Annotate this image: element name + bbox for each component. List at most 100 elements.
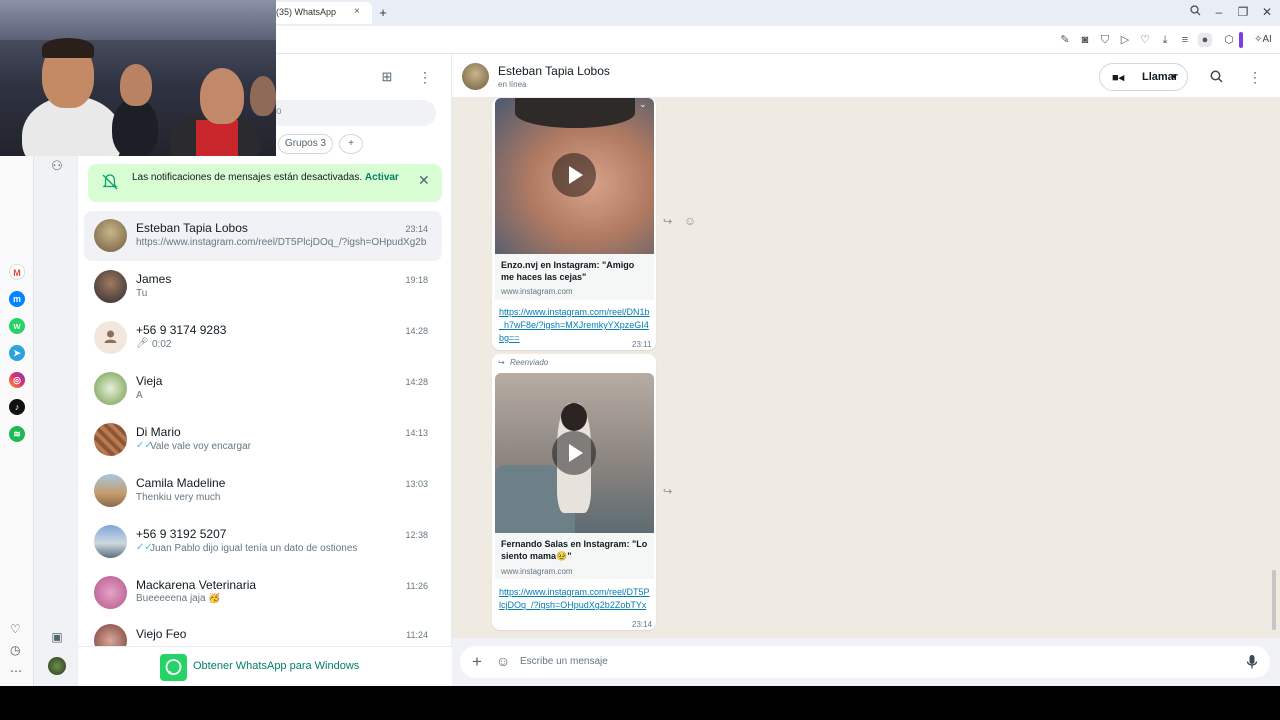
chat-preview: Juan Pablo dijo igual tenía un dato de o… [150, 543, 358, 554]
accent-bar [1239, 32, 1243, 48]
new-tab-button[interactable]: + [376, 6, 390, 20]
forward-icon[interactable]: ↪ [663, 215, 672, 228]
play-icon[interactable] [552, 153, 596, 197]
filter-groups-chip[interactable]: Grupos 3 [278, 134, 333, 154]
ai-button[interactable]: ✧AI [1254, 34, 1272, 45]
chat-row[interactable] [84, 262, 442, 312]
edit-icon[interactable]: ✎ [1058, 33, 1072, 47]
minimize-button[interactable]: – [1209, 5, 1229, 19]
tiktok-icon[interactable]: ♪ [9, 399, 25, 415]
close-banner-icon[interactable]: ✕ [418, 172, 430, 189]
chat-preview: Tu [136, 288, 148, 299]
avatar [94, 270, 127, 303]
message-menu-chevron-icon[interactable]: ⌄ [639, 99, 647, 110]
ai-label: AI [1262, 34, 1272, 45]
scrollbar-thumb[interactable] [1272, 570, 1276, 630]
contact-avatar[interactable] [462, 63, 489, 90]
extension-icon[interactable]: ⬡ [1222, 33, 1236, 47]
link-preview-domain: www.instagram.com [501, 567, 573, 576]
whatsapp-icon[interactable]: w [9, 318, 25, 334]
chat-name: Viejo Feo [136, 627, 187, 641]
avatar [94, 372, 127, 405]
video-thumbnail[interactable] [495, 373, 654, 533]
chat-name: +56 9 3174 9283 [136, 323, 227, 337]
avatar [94, 474, 127, 507]
activate-link[interactable]: Activar [365, 172, 399, 183]
red-shirt-shape [196, 120, 238, 156]
conversation-scrollbar[interactable] [1272, 100, 1276, 636]
search-text: o [276, 106, 282, 117]
avatar [94, 219, 127, 252]
notification-banner [88, 164, 442, 202]
chat-row[interactable] [84, 466, 442, 516]
chat-name: Mackarena Veterinaria [136, 578, 257, 592]
chat-name: Esteban Tapia Lobos [136, 221, 248, 235]
profile-avatar[interactable] [48, 657, 66, 675]
video-thumbnail[interactable]: ⌄ [495, 98, 654, 254]
notification-message: Las notificaciones de mensajes están des… [132, 172, 363, 183]
search-input[interactable] [266, 100, 436, 126]
contact-name[interactable]: Esteban Tapia Lobos [498, 64, 610, 78]
chat-preview: https://www.instagram.com/reel/DT5PlcjDO… [136, 237, 426, 248]
media-icon[interactable]: ▣ [49, 630, 65, 644]
more-icon[interactable]: ⋯ [10, 664, 22, 678]
chat-menu-icon[interactable]: ⋮ [1248, 69, 1262, 86]
get-app-link[interactable]: Obtener WhatsApp para Windows [193, 660, 359, 672]
chat-row[interactable] [84, 211, 442, 261]
avatar [94, 525, 127, 558]
close-window-button[interactable]: ✕ [1257, 5, 1277, 19]
chat-time: 14:28 [405, 377, 428, 387]
heart-icon[interactable]: ♡ [1138, 33, 1152, 47]
webcam-overlay [0, 0, 276, 156]
spotify-icon[interactable]: ≋ [9, 426, 25, 442]
sticker-icon[interactable]: ☺ [495, 653, 511, 669]
search-chat-icon[interactable] [1210, 70, 1223, 88]
bottom-letterbox [0, 686, 1280, 720]
call-button[interactable]: ■◂ Llamar ▼ [1099, 63, 1188, 91]
person-face [120, 64, 152, 106]
messenger-icon[interactable]: m [9, 291, 25, 307]
chat-time: 23:14 [405, 224, 428, 234]
download-icon[interactable]: ⤓ [1158, 33, 1172, 47]
play-icon[interactable] [552, 431, 596, 475]
browser-search-icon[interactable] [1185, 5, 1205, 19]
microphone-icon[interactable] [1246, 654, 1258, 675]
profile-icon[interactable]: ● [1198, 33, 1212, 47]
emoji-reaction-icon[interactable]: ☺ [684, 214, 696, 228]
favorites-icon[interactable]: ♡ [10, 622, 21, 636]
message-link[interactable]: https://www.instagram.com/reel/DN1b_h7wF… [499, 306, 651, 345]
history-icon[interactable]: ◷ [10, 643, 20, 657]
chat-preview: A [136, 390, 143, 401]
message-placeholder: Escribe un mensaje [520, 656, 608, 667]
chat-name: Camila Madeline [136, 476, 226, 490]
gmail-icon[interactable]: M [9, 264, 25, 280]
add-filter-button[interactable]: + [339, 134, 363, 154]
camera-icon[interactable]: ◙ [1078, 33, 1092, 47]
dog-head-shape [561, 403, 587, 431]
chat-row[interactable] [84, 364, 442, 414]
avatar [94, 423, 127, 456]
chat-preview: Thenkiu very much [136, 492, 221, 503]
options-menu-icon[interactable]: ⋮ [418, 69, 432, 86]
menu-icon[interactable]: ≡ [1178, 33, 1192, 47]
wall-shape [0, 0, 276, 40]
new-chat-icon[interactable]: ⊞ [379, 69, 395, 85]
message-time: 23:14 [632, 620, 653, 629]
communities-icon[interactable]: ⚇ [47, 158, 67, 174]
avatar-clip [94, 624, 127, 646]
shield-icon[interactable]: ⛉ [1098, 33, 1112, 47]
attach-plus-icon[interactable]: + [469, 652, 485, 672]
link-preview-title: Enzo.nvj en Instagram: "Amigo me haces l… [501, 260, 635, 282]
video-icon: ■◂ [1112, 72, 1125, 84]
tab-close-icon[interactable]: × [354, 6, 360, 17]
play-icon[interactable]: ▷ [1118, 33, 1132, 47]
bell-off-icon [101, 173, 119, 196]
forward-icon[interactable]: ↪ [663, 485, 672, 498]
person-hair [42, 38, 94, 58]
chat-time: 14:28 [405, 326, 428, 336]
restore-button[interactable]: ❐ [1233, 5, 1253, 19]
voice-duration: 0:02 [152, 339, 172, 350]
instagram-icon[interactable]: ◎ [9, 372, 25, 388]
message-link[interactable]: https://www.instagram.com/reel/DT5PlcjDO… [499, 586, 651, 612]
telegram-icon[interactable]: ➤ [9, 345, 25, 361]
